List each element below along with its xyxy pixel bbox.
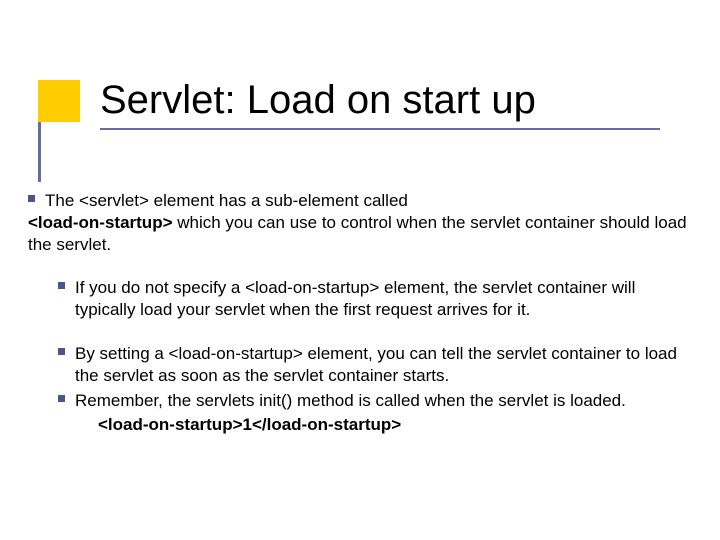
bullet-icon bbox=[58, 282, 65, 289]
accent-square bbox=[38, 80, 80, 122]
title-block: Servlet: Load on start up bbox=[0, 0, 720, 130]
code-example: <load-on-startup>1</load-on-startup> bbox=[28, 414, 688, 436]
slide: Servlet: Load on start up The <servlet> … bbox=[0, 0, 720, 540]
bullet-1-bold: <load-on-startup> bbox=[28, 213, 173, 232]
bullet-icon bbox=[58, 395, 65, 402]
bullet-2: If you do not specify a <load-on-startup… bbox=[28, 277, 688, 321]
bullet-1-line1: The <servlet> element has a sub-element … bbox=[45, 190, 408, 212]
bullet-1: The <servlet> element has a sub-element … bbox=[28, 190, 688, 255]
bullet-3: By setting a <load-on-startup> element, … bbox=[28, 343, 688, 387]
bullet-icon bbox=[28, 195, 35, 202]
bullet-3-text: By setting a <load-on-startup> element, … bbox=[75, 343, 688, 387]
title-underline bbox=[100, 128, 660, 130]
content-area: The <servlet> element has a sub-element … bbox=[28, 190, 688, 436]
bullet-2-text: If you do not specify a <load-on-startup… bbox=[75, 277, 688, 321]
accent-vertical-line bbox=[38, 122, 41, 182]
bullet-icon bbox=[58, 348, 65, 355]
bullet-4: Remember, the servlets init() method is … bbox=[28, 390, 688, 412]
slide-title: Servlet: Load on start up bbox=[100, 78, 680, 122]
bullet-4-text: Remember, the servlets init() method is … bbox=[75, 390, 626, 412]
